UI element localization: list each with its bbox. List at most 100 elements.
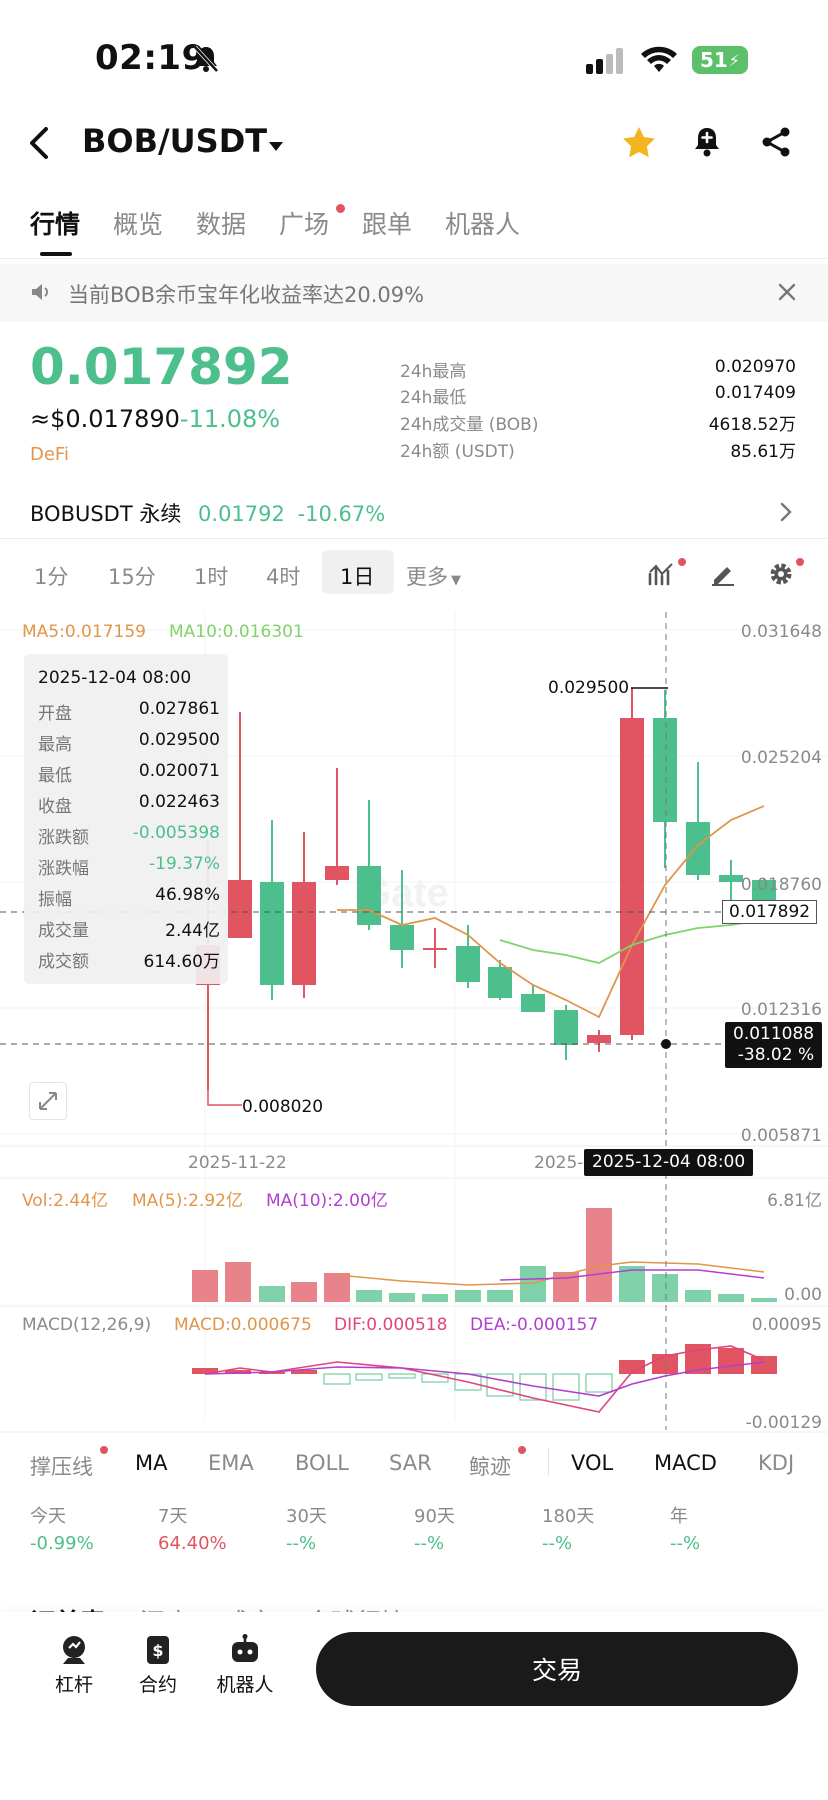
indicator-sar[interactable]: SAR <box>389 1451 432 1475</box>
candle-body <box>719 875 743 882</box>
low-marker-line <box>207 1090 242 1106</box>
perf-value: --% <box>286 1533 317 1554</box>
macd-hist-bar <box>355 1373 383 1381</box>
sector-tag[interactable]: DeFi <box>30 444 69 465</box>
ohlc-row: 成交量 2.44亿 <box>38 916 220 941</box>
indicator-ma[interactable]: MA <box>135 1451 167 1475</box>
divider <box>0 538 828 539</box>
perp-price: 0.01792 <box>198 502 285 526</box>
volume-bar <box>455 1290 481 1302</box>
y-tick: 0.012316 <box>740 1000 822 1020</box>
indicator-ema[interactable]: EMA <box>208 1451 254 1475</box>
current-price-tag: 0.017892 <box>722 900 818 924</box>
perf-value: -0.99% <box>30 1533 94 1554</box>
ohlc-value: 0.020071 <box>138 761 220 781</box>
svg-text:$: $ <box>152 1641 163 1660</box>
futures-button[interactable]: $ 合约 <box>130 1634 186 1697</box>
macd-axis-bottom: -0.00129 <box>745 1413 822 1433</box>
timeframe-1h[interactable]: 1时 <box>194 561 228 591</box>
y-tick: 0.031648 <box>740 622 822 642</box>
vol-legend: Vol:2.44亿 <box>22 1191 109 1211</box>
perpetual-link[interactable]: BOBUSDT 永续 0.01792 -10.67% <box>30 498 385 528</box>
settings-gear-icon[interactable] <box>768 561 794 591</box>
ohlc-value: -0.005398 <box>132 823 220 843</box>
draw-pen-icon[interactable] <box>710 562 736 590</box>
ohlc-row: 开盘 0.027861 <box>38 699 220 724</box>
ohlc-label: 成交额 <box>38 952 89 972</box>
bots-label: 机器人 <box>216 1674 274 1696</box>
wifi-icon <box>640 46 678 78</box>
chevron-right-icon[interactable] <box>780 502 792 526</box>
tab-copy-trading[interactable]: 跟单 <box>362 205 412 241</box>
ohlc-row: 最高 0.029500 <box>38 730 220 755</box>
candle-body <box>653 718 677 822</box>
x-date: 2025-11-22 <box>188 1153 287 1173</box>
low-label: 0.008020 <box>242 1097 324 1117</box>
timeframe-4h[interactable]: 4时 <box>266 561 300 591</box>
indicator-whale[interactable]: 鲸迹 <box>469 1451 511 1481</box>
chevron-down-icon[interactable] <box>268 137 284 156</box>
volume-bar <box>324 1273 350 1302</box>
margin-button[interactable]: 杠杆 <box>46 1634 102 1697</box>
macd-hist-bar <box>652 1354 678 1374</box>
perf-value: 64.40% <box>158 1533 227 1554</box>
macd-hist-bar <box>552 1373 580 1401</box>
candle-body <box>587 1035 611 1043</box>
notification-dot <box>518 1446 526 1454</box>
y-tick: 0.018760 <box>740 875 822 895</box>
tab-overview[interactable]: 概览 <box>113 205 163 241</box>
volume-bar <box>586 1208 612 1302</box>
indicator-chart-icon[interactable] <box>648 562 676 590</box>
indicator-kdj[interactable]: KDJ <box>758 1451 794 1475</box>
crosshair-date-tag: 2025-12-04 08:00 <box>584 1149 754 1176</box>
vol-ma10-legend: MA(10):2.00亿 <box>266 1191 388 1211</box>
timeframe-more[interactable]: 更多 ▼ <box>406 561 461 591</box>
favorite-star-icon[interactable] <box>622 126 656 162</box>
tab-data[interactable]: 数据 <box>196 205 246 241</box>
trade-button[interactable]: 交易 <box>316 1632 798 1706</box>
ma10-legend: MA10:0.016301 <box>169 622 304 642</box>
ohlc-row: 振幅 46.98% <box>38 885 220 910</box>
ohlc-value: 0.022463 <box>138 792 220 812</box>
cellular-signal-icon <box>586 48 626 78</box>
dif-value: DIF:0.000518 <box>334 1315 448 1335</box>
timeframe-15m[interactable]: 15分 <box>108 561 156 591</box>
ohlc-value: 614.60万 <box>143 952 220 972</box>
price-alert-bell-icon[interactable] <box>692 126 722 162</box>
candle-body <box>325 866 349 880</box>
pair-title[interactable]: BOB/USDT <box>82 122 267 160</box>
notification-dot <box>796 558 804 566</box>
macd-hist-bar <box>751 1356 777 1374</box>
indicator-support-resistance[interactable]: 撑压线 <box>30 1451 93 1481</box>
fullscreen-expand-icon[interactable] <box>29 1082 67 1120</box>
perf-label: 7天 <box>158 1506 188 1527</box>
volume-bar <box>192 1270 218 1302</box>
x-date: 2025- <box>534 1153 584 1173</box>
timeframe-1m[interactable]: 1分 <box>34 561 68 591</box>
candle-body <box>620 718 644 1035</box>
perf-label: 30天 <box>286 1506 327 1527</box>
candle-body <box>260 882 284 985</box>
ohlc-label: 最高 <box>38 735 72 755</box>
candle-body <box>488 967 512 998</box>
macd-params: MACD(12,26,9) <box>22 1315 152 1335</box>
tab-square[interactable]: 广场 <box>279 205 329 241</box>
tab-bots[interactable]: 机器人 <box>445 205 520 241</box>
back-icon[interactable] <box>28 126 50 164</box>
ohlc-date: 2025-12-04 08:00 <box>38 668 192 688</box>
candle-body <box>292 882 316 985</box>
speaker-icon <box>30 282 52 306</box>
bots-button[interactable]: 机器人 <box>212 1634 278 1697</box>
indicator-vol[interactable]: VOL <box>571 1451 613 1475</box>
indicator-boll[interactable]: BOLL <box>295 1451 349 1475</box>
vol-ma5-line <box>336 1261 765 1286</box>
ohlc-label: 收盘 <box>38 797 72 817</box>
share-icon[interactable] <box>760 126 792 162</box>
ohlc-row: 涨跌幅 -19.37% <box>38 854 220 879</box>
futures-label: 合约 <box>138 1674 177 1696</box>
tab-market[interactable]: 行情 <box>30 205 80 241</box>
close-icon[interactable] <box>778 283 796 305</box>
indicator-macd[interactable]: MACD <box>654 1451 717 1475</box>
stat-value: 85.61万 <box>730 442 796 462</box>
timeframe-1d[interactable]: 1日 <box>340 561 374 591</box>
